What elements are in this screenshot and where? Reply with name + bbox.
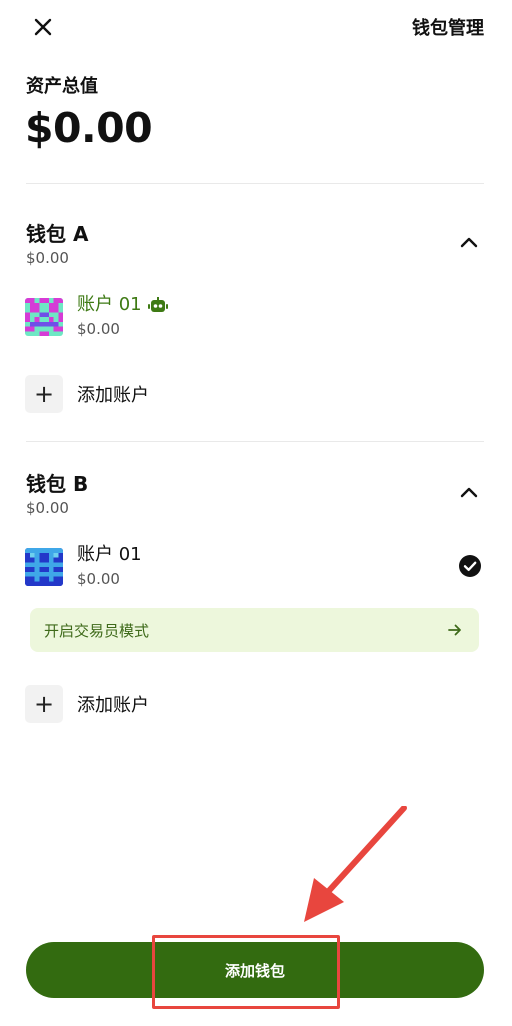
account-avatar (25, 548, 63, 586)
account-balance: $0.00 (77, 320, 120, 338)
total-assets-label: 资产总值 (26, 76, 98, 97)
wallet-a-add-account-button[interactable]: + 添加账户 (24, 374, 284, 414)
plus-icon: + (25, 685, 63, 723)
add-account-label: 添加账户 (77, 695, 149, 716)
close-button[interactable] (26, 12, 60, 42)
arrow-right-icon (448, 624, 461, 636)
trader-mode-banner[interactable]: 开启交易员模式 (30, 608, 479, 652)
trader-mode-label: 开启交易员模式 (44, 621, 150, 640)
wallet-a-collapse-button[interactable] (454, 227, 484, 257)
add-account-label: 添加账户 (77, 385, 149, 406)
add-wallet-button[interactable]: 添加钱包 (26, 942, 484, 998)
wallet-b-collapse-button[interactable] (454, 477, 484, 507)
check-circle-icon (459, 555, 481, 577)
account-avatar (25, 298, 63, 336)
wallet-a-title: 钱包 A (26, 222, 89, 246)
total-assets-value: $0.00 (25, 104, 153, 152)
account-name: 账户 01 (77, 544, 142, 565)
wallet-a-account-01[interactable]: 账户 01 $0.00 (24, 290, 486, 346)
account-balance: $0.00 (77, 570, 120, 588)
divider (26, 183, 484, 184)
wallet-b-title: 钱包 B (26, 472, 89, 496)
annotation-arrow (304, 806, 407, 922)
wallet-a-total: $0.00 (26, 249, 69, 267)
wallet-b-add-account-button[interactable]: + 添加账户 (24, 684, 284, 724)
plus-icon: + (25, 375, 63, 413)
wallet-b-total: $0.00 (26, 499, 69, 517)
wallet-b-account-01[interactable]: 账户 01 $0.00 (24, 540, 486, 596)
account-name: 账户 01 (77, 294, 142, 315)
wallet-management-link[interactable]: 钱包管理 (412, 14, 484, 40)
close-icon (34, 18, 52, 36)
robot-icon (148, 297, 168, 312)
chevron-up-icon (460, 237, 478, 248)
divider (26, 441, 484, 442)
chevron-up-icon (460, 487, 478, 498)
